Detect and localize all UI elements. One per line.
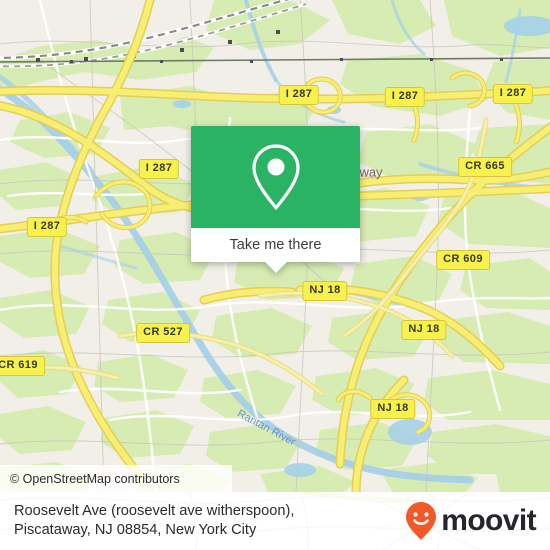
place-title-line-2: Piscataway, NJ 08854, New York City bbox=[14, 522, 257, 538]
road-shield-cr665: CR 665 bbox=[458, 157, 512, 177]
road-shield-i287-3: I 287 bbox=[278, 85, 320, 105]
road-shield-i287-2: I 287 bbox=[26, 217, 68, 237]
road-shield-i287-1: I 287 bbox=[138, 159, 180, 179]
osm-attribution-text[interactable]: © OpenStreetMap contributors bbox=[10, 472, 180, 486]
popup-header bbox=[191, 126, 360, 228]
place-label-piscataway: way bbox=[359, 164, 383, 180]
place-title: Roosevelt Ave (roosevelt ave witherspoon… bbox=[14, 502, 294, 540]
road-shield-i287-5: I 287 bbox=[492, 84, 534, 104]
map-screenshot: I 287 I 287 I 287 I 287 I 287 CR 665 CR … bbox=[0, 0, 550, 550]
map-pin-icon bbox=[251, 144, 300, 210]
popup-footer[interactable]: Take me there bbox=[191, 228, 360, 273]
map-canvas[interactable]: I 287 I 287 I 287 I 287 I 287 CR 665 CR … bbox=[0, 0, 550, 492]
moovit-smiley-pin-icon bbox=[406, 502, 437, 540]
osm-attribution-bar: © OpenStreetMap contributors bbox=[0, 465, 232, 492]
take-me-there-button[interactable]: Take me there bbox=[230, 237, 322, 253]
road-shield-i287-4: I 287 bbox=[384, 87, 426, 107]
footer-bar: Roosevelt Ave (roosevelt ave witherspoon… bbox=[0, 492, 550, 550]
location-popup-card[interactable]: Take me there bbox=[191, 126, 360, 273]
place-title-line-1: Roosevelt Ave (roosevelt ave witherspoon… bbox=[14, 503, 295, 519]
road-shield-cr619: CR 619 bbox=[0, 356, 45, 376]
road-shield-nj18-3: NJ 18 bbox=[370, 399, 416, 419]
moovit-wordmark: moovit bbox=[441, 504, 536, 537]
road-shield-cr609: CR 609 bbox=[436, 250, 490, 270]
road-shield-cr527: CR 527 bbox=[136, 323, 190, 343]
road-shield-nj18-1: NJ 18 bbox=[302, 281, 348, 301]
footer-content: Roosevelt Ave (roosevelt ave witherspoon… bbox=[0, 492, 550, 550]
popup-tail bbox=[264, 262, 287, 273]
road-shield-nj18-2: NJ 18 bbox=[401, 320, 447, 340]
moovit-brand-logo[interactable]: moovit bbox=[405, 501, 537, 541]
